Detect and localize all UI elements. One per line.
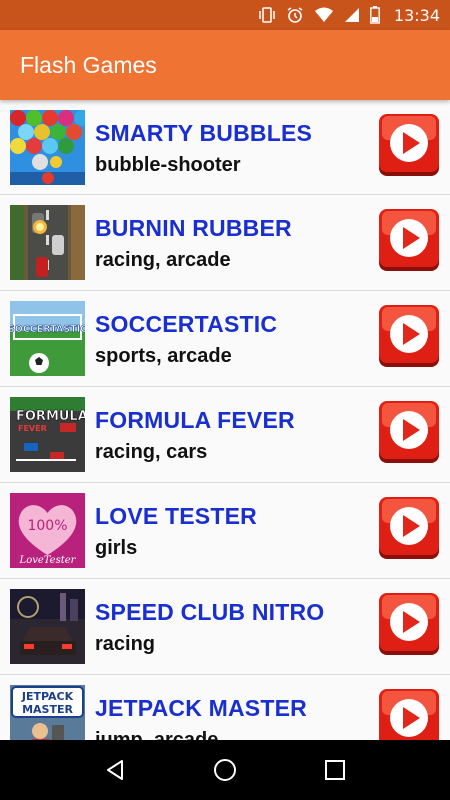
thumbnail-text: JETPACK <box>21 690 74 703</box>
game-thumbnail: SOCCERTASTIC <box>10 301 85 376</box>
app-bar: Flash Games <box>0 30 450 100</box>
thumbnail-text: MASTER <box>22 703 73 716</box>
game-thumbnail: 100% LoveTester <box>10 493 85 568</box>
play-button[interactable] <box>378 591 440 657</box>
game-title: JETPACK MASTER <box>95 695 307 721</box>
back-button[interactable] <box>95 750 135 790</box>
game-tags: bubble-shooter <box>95 154 241 176</box>
play-icon <box>379 593 439 655</box>
game-title: SOCCERTASTIC <box>95 311 278 337</box>
play-button[interactable] <box>378 399 440 465</box>
recents-button[interactable] <box>315 750 355 790</box>
play-icon <box>379 114 439 176</box>
game-thumbnail: FORMULA FEVER <box>10 397 85 472</box>
vibrate-icon <box>258 6 276 24</box>
play-icon <box>379 689 439 740</box>
game-thumbnail: JETPACK MASTER <box>10 685 85 740</box>
game-row-soccertastic[interactable]: SOCCERTASTIC SOCCERTASTIC sports, arcade <box>0 291 450 387</box>
app-title: Flash Games <box>20 51 157 78</box>
home-button[interactable] <box>205 750 245 790</box>
play-icon <box>379 497 439 559</box>
alarm-icon <box>286 6 304 24</box>
game-row-smarty-bubbles[interactable]: SMARTY BUBBLES bubble-shooter <box>0 100 450 195</box>
play-icon <box>379 305 439 367</box>
game-tags: racing, cars <box>95 441 208 463</box>
signal-icon <box>344 7 360 23</box>
game-title: SMARTY BUBBLES <box>95 120 313 146</box>
thumbnail-text: FORMULA <box>16 409 85 424</box>
clock: 13:34 <box>393 5 440 25</box>
game-title: FORMULA FEVER <box>95 407 295 433</box>
game-row-love-tester[interactable]: 100% LoveTester LOVE TESTER girls <box>0 483 450 579</box>
play-button[interactable] <box>378 303 440 369</box>
play-button[interactable] <box>378 207 440 273</box>
game-list[interactable]: SMARTY BUBBLES bubble-shooter BURNIN RUB… <box>0 100 450 740</box>
game-thumbnail <box>10 205 85 280</box>
play-icon <box>379 209 439 271</box>
game-thumbnail <box>10 110 85 185</box>
game-title: LOVE TESTER <box>95 503 257 529</box>
game-tags: racing <box>95 633 156 655</box>
game-row-formula-fever[interactable]: FORMULA FEVER FORMULA FEVER racing, cars <box>0 387 450 483</box>
thumbnail-text: LoveTester <box>19 555 77 566</box>
game-tags: racing, arcade <box>95 249 231 271</box>
game-thumbnail <box>10 589 85 664</box>
play-button[interactable] <box>378 687 440 740</box>
game-tags: sports, arcade <box>95 345 232 367</box>
thumbnail-text: SOCCERTASTIC <box>10 324 85 335</box>
game-row-jetpack-master[interactable]: JETPACK MASTER JETPACK MASTER jump, arca… <box>0 675 450 740</box>
back-icon <box>107 760 123 780</box>
game-row-speed-club-nitro[interactable]: SPEED CLUB NITRO racing <box>0 579 450 675</box>
game-title: BURNIN RUBBER <box>95 215 292 241</box>
navigation-bar <box>0 740 450 800</box>
game-tags: girls <box>95 537 138 559</box>
play-button[interactable] <box>378 112 440 178</box>
status-bar: 13:34 <box>0 0 450 30</box>
battery-icon <box>369 6 380 24</box>
thumbnail-text: 100% <box>27 518 67 534</box>
game-row-burnin-rubber[interactable]: BURNIN RUBBER racing, arcade <box>0 195 450 291</box>
play-button[interactable] <box>378 495 440 561</box>
wifi-icon <box>314 7 334 23</box>
game-title: SPEED CLUB NITRO <box>95 599 325 625</box>
home-icon <box>214 759 236 781</box>
recents-icon <box>325 760 345 780</box>
play-icon <box>379 401 439 463</box>
thumbnail-text: FEVER <box>18 424 47 433</box>
game-tags: jump, arcade <box>95 729 219 740</box>
